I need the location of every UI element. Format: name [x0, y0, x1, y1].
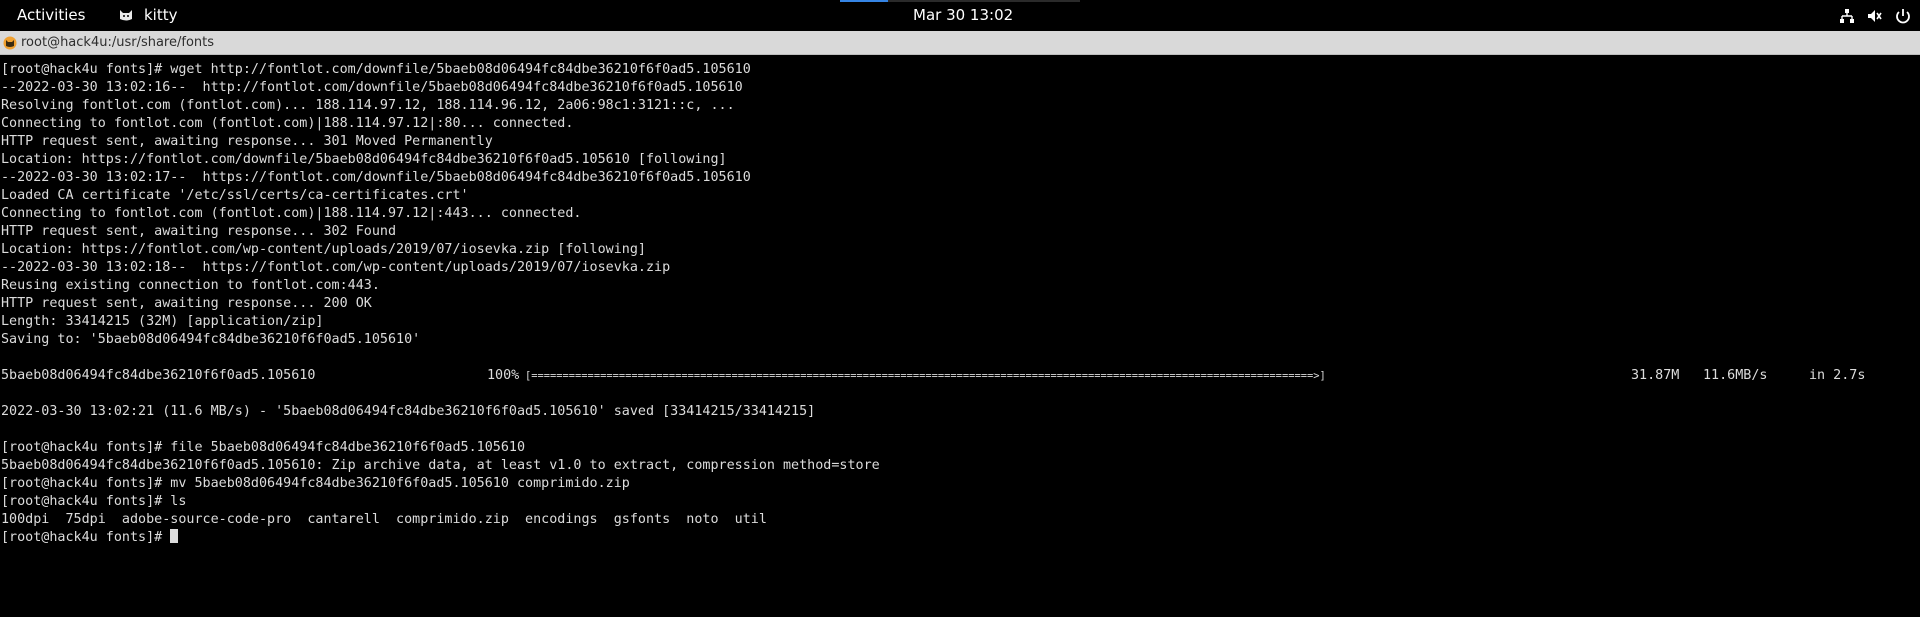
progress-speed: 11.6MB/s	[1703, 368, 1768, 383]
progress-size: 31.87M	[1631, 368, 1680, 383]
terminal-line: [root@hack4u fonts]# ls	[1, 494, 187, 509]
network-icon[interactable]	[1838, 7, 1856, 25]
download-progress-row: 5baeb08d06494fc84dbe36210f6f0ad5.105610 …	[1, 367, 1920, 385]
terminal-line: HTTP request sent, awaiting response... …	[1, 296, 372, 311]
workspace-indicator-active	[840, 0, 888, 2]
workspace-indicator	[888, 0, 1080, 2]
terminal-output[interactable]: [root@hack4u fonts]# wget http://fontlot…	[0, 55, 1920, 617]
active-prompt-line[interactable]: [root@hack4u fonts]#	[1, 529, 1920, 547]
app-menu-label: kitty	[144, 6, 178, 24]
terminal-line: --2022-03-30 13:02:17-- https://fontlot.…	[1, 170, 751, 185]
terminal-line: 2022-03-30 13:02:21 (11.6 MB/s) - '5baeb…	[1, 404, 816, 419]
shell-prompt: [root@hack4u fonts]#	[1, 530, 171, 545]
terminal-line: 100dpi 75dpi adobe-source-code-pro canta…	[1, 512, 767, 527]
kitty-cat-icon	[118, 7, 134, 23]
window-titlebar[interactable]: root@hack4u:/usr/share/fonts	[0, 31, 1920, 55]
terminal-line: [root@hack4u fonts]# file 5baeb08d06494f…	[1, 440, 526, 455]
terminal-line: Reusing existing connection to fontlot.c…	[1, 278, 380, 293]
terminal-line: Connecting to fontlot.com (fontlot.com)|…	[1, 116, 574, 131]
terminal-line: Loaded CA certificate '/etc/ssl/certs/ca…	[1, 188, 469, 203]
kitty-window-icon	[3, 36, 17, 50]
top-bar: Activities kitty Mar 30 13:02	[0, 0, 1920, 31]
activities-button[interactable]: Activities	[17, 6, 85, 24]
terminal-line: Location: https://fontlot.com/wp-content…	[1, 242, 646, 257]
terminal-line: Resolving fontlot.com (fontlot.com)... 1…	[1, 98, 735, 113]
volume-icon[interactable]	[1866, 7, 1884, 25]
clock[interactable]: Mar 30 13:02	[913, 6, 1013, 24]
progress-filename: 5baeb08d06494fc84dbe36210f6f0ad5.105610	[1, 368, 316, 383]
power-icon[interactable]	[1894, 7, 1912, 25]
terminal-line: HTTP request sent, awaiting response... …	[1, 224, 397, 239]
window-title: root@hack4u:/usr/share/fonts	[21, 35, 215, 50]
terminal-line: Saving to: '5baeb08d06494fc84dbe36210f6f…	[1, 332, 421, 347]
terminal-line: 5baeb08d06494fc84dbe36210f6f0ad5.105610:…	[1, 458, 880, 473]
terminal-line: Length: 33414215 (32M) [application/zip]	[1, 314, 324, 329]
terminal-line: --2022-03-30 13:02:18-- https://fontlot.…	[1, 260, 671, 275]
progress-percent: 100%	[487, 368, 520, 383]
terminal-line: --2022-03-30 13:02:16-- http://fontlot.c…	[1, 80, 743, 95]
system-tray[interactable]	[1838, 7, 1912, 25]
terminal-line: [root@hack4u fonts]# wget http://fontlot…	[1, 62, 751, 77]
text-cursor	[170, 529, 179, 543]
app-menu[interactable]: kitty	[118, 6, 178, 24]
progress-bar: [=======================================…	[525, 370, 1326, 382]
terminal-line: Connecting to fontlot.com (fontlot.com)|…	[1, 206, 582, 221]
terminal-line: HTTP request sent, awaiting response... …	[1, 134, 493, 149]
progress-eta: in 2.7s	[1809, 368, 1866, 383]
terminal-line: [root@hack4u fonts]# mv 5baeb08d06494fc8…	[1, 476, 630, 491]
terminal-line: Location: https://fontlot.com/downfile/5…	[1, 152, 727, 167]
